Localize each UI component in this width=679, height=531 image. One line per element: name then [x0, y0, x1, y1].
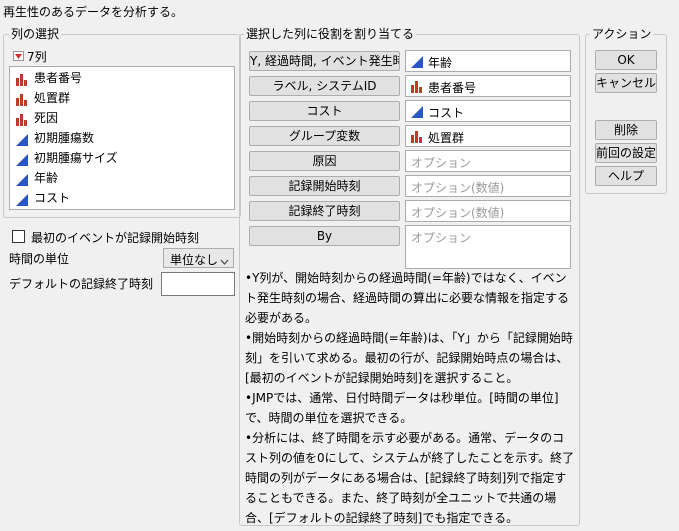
role-target-box[interactable]: コスト [405, 100, 571, 122]
role-target-box[interactable]: オプション(数値) [405, 200, 571, 222]
column-list-item-label: 処置群 [34, 91, 71, 105]
time-unit-value: 単位なし [170, 253, 219, 267]
role-target-box[interactable]: 患者番号 [405, 75, 571, 97]
column-list-item-label: 年齢 [34, 171, 59, 185]
default-end-label: デフォルトの記録終了時刻 [9, 277, 154, 291]
role-assigned-column: 処置群 [428, 131, 465, 145]
column-list-item-label: 死因 [34, 111, 59, 125]
continuous-column-icon [16, 152, 29, 166]
remove-button[interactable]: 削除 [595, 120, 657, 140]
roles-title: 選択した列に役割を割り当てる [244, 27, 417, 41]
dropdown-triangle-icon[interactable] [13, 51, 24, 61]
role-placeholder: オプション [411, 156, 472, 170]
help-button[interactable]: ヘルプ [595, 166, 657, 186]
nominal-column-icon [16, 72, 29, 86]
role-placeholder: オプション(数値) [411, 181, 505, 195]
default-end-input[interactable] [161, 272, 235, 296]
nominal-column-icon [411, 81, 424, 93]
role-button[interactable]: 記録開始時刻 [249, 176, 400, 196]
continuous-column-icon [16, 192, 29, 206]
column-list-item-label: コスト [34, 191, 71, 205]
column-list[interactable]: 患者番号処置群死因初期腫瘍数初期腫瘍サイズ 年齢コスト [9, 66, 235, 210]
column-select-title: 列の選択 [9, 27, 62, 41]
role-target-box[interactable]: オプション [405, 225, 571, 269]
time-unit-select[interactable]: 単位なし [163, 248, 234, 268]
nominal-column-icon [411, 131, 424, 143]
recall-button[interactable]: 前回の設定 [595, 143, 657, 163]
first-event-checkbox-label: 最初のイベントが記録開始時刻 [31, 231, 200, 245]
role-assigned-column: コスト [428, 106, 465, 120]
dialog-title: 再生性のあるデータを分析する。 [3, 5, 184, 19]
column-list-item-label: 患者番号 [34, 71, 83, 85]
continuous-column-icon [16, 132, 29, 146]
role-target-box[interactable]: 年齢 [405, 50, 571, 72]
nominal-column-icon [16, 112, 29, 126]
role-button[interactable]: ラベル, システムID [249, 76, 400, 96]
help-note: •開始時刻からの経過時間(=年齢)は、「Y」から「記録開始時刻」を引いて求める。… [245, 331, 573, 385]
column-count-label: 7列 [27, 50, 47, 64]
role-button[interactable]: コスト [249, 101, 400, 121]
role-target-box[interactable]: オプション(数値) [405, 175, 571, 197]
actions-title: アクション [590, 27, 654, 41]
help-note: •Y列が、開始時刻からの経過時間(=年齢)ではなく、イベント発生時刻の場合、経過… [245, 271, 570, 325]
role-button[interactable]: Y, 経過時間, イベント発生時刻 [249, 51, 400, 71]
help-note: •分析には、終了時間を示す必要がある。通常、データのコスト列の値を0にして、シス… [245, 431, 575, 525]
role-placeholder: オプション(数値) [411, 206, 505, 220]
continuous-column-icon [411, 56, 424, 68]
role-target-box[interactable]: オプション [405, 150, 571, 172]
chevron-down-icon [220, 254, 229, 268]
help-note: •JMPでは、通常、日付時間データは秒単位。[時間の単位]で、時間の単位を選択で… [245, 391, 559, 425]
first-event-checkbox[interactable] [12, 230, 25, 243]
column-list-item-label: 初期腫瘍数 [34, 131, 95, 145]
role-target-box[interactable]: 処置群 [405, 125, 571, 147]
time-unit-label: 時間の単位 [9, 252, 70, 266]
continuous-column-icon [16, 172, 29, 186]
role-assigned-column: 年齢 [428, 56, 453, 70]
role-button[interactable]: 原因 [249, 151, 400, 171]
role-button[interactable]: 記録終了時刻 [249, 201, 400, 221]
continuous-column-icon [411, 106, 424, 118]
role-placeholder: オプション [411, 231, 472, 245]
cancel-button[interactable]: キャンセル [595, 73, 657, 93]
ok-button[interactable]: OK [595, 50, 657, 70]
role-assigned-column: 患者番号 [428, 81, 477, 95]
nominal-column-icon [16, 92, 29, 106]
column-list-item-label: 初期腫瘍サイズ [34, 151, 118, 165]
help-notes: •Y列が、開始時刻からの経過時間(=年齢)ではなく、イベント発生時刻の場合、経過… [245, 268, 575, 528]
role-button[interactable]: By [249, 226, 400, 246]
role-button[interactable]: グループ変数 [249, 126, 400, 146]
